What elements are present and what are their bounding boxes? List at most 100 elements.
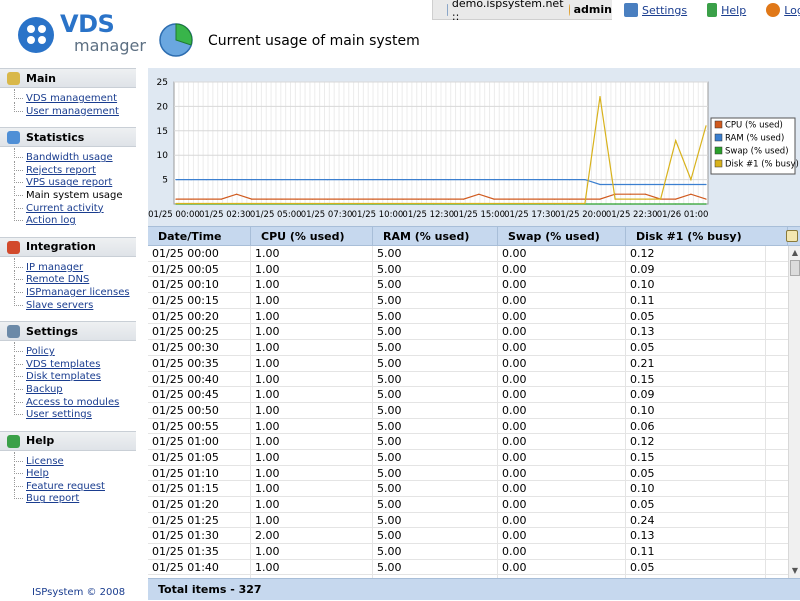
vds-manager-logo[interactable]: VDS manager — [18, 10, 146, 58]
sidebar-item-feature-request[interactable]: Feature request — [14, 476, 136, 493]
sidebar-item-label[interactable]: IP manager — [26, 262, 83, 273]
table-row[interactable]: 01/25 01:15 1.00 5.00 0.00 0.10 — [148, 481, 788, 497]
table-cell: 0.00 — [498, 418, 626, 435]
table-cell: 1.00 — [251, 512, 373, 529]
sidebar-item-label[interactable]: User management — [26, 106, 119, 117]
series-point — [220, 198, 222, 200]
table-row[interactable]: 01/25 01:00 1.00 5.00 0.00 0.12 — [148, 434, 788, 450]
table-row[interactable]: 01/25 01:10 1.00 5.00 0.00 0.05 — [148, 465, 788, 482]
sidebar-item-bug-report[interactable]: Bug report — [14, 489, 136, 505]
table-row[interactable]: 01/25 00:20 1.00 5.00 0.00 0.05 — [148, 308, 788, 325]
sidebar-item-label[interactable]: Rejects report — [26, 165, 96, 176]
copyright-link[interactable]: ISPsystem © 2008 — [32, 587, 125, 598]
sidebar-item-bandwidth-usage[interactable]: Bandwidth usage — [14, 148, 136, 164]
table-row[interactable]: 01/25 00:10 1.00 5.00 0.00 0.10 — [148, 277, 788, 294]
sidebar-item-label[interactable]: ISPmanager licenses — [26, 287, 130, 298]
table-row[interactable]: 01/25 01:40 1.00 5.00 0.00 0.05 — [148, 559, 788, 576]
series-point — [478, 202, 480, 205]
scroll-up-icon[interactable]: ▲ — [790, 248, 800, 258]
logout-link[interactable]: Logout — [766, 3, 800, 17]
sidebar-item-label[interactable]: Backup — [26, 384, 63, 395]
sidebar-item-action-log[interactable]: Action log — [14, 211, 136, 227]
sidebar-item-label[interactable]: Disk templates — [26, 371, 101, 382]
table-row[interactable]: 01/25 00:35 1.00 5.00 0.00 0.21 — [148, 355, 788, 372]
sidebar-section-settings[interactable]: Settings — [0, 321, 136, 342]
sidebar-item-label[interactable]: VPS usage report — [26, 177, 112, 188]
table-row[interactable]: 01/25 01:30 2.00 5.00 0.00 0.13 — [148, 528, 788, 545]
sidebar-item-label[interactable]: VDS management — [26, 93, 117, 104]
sidebar-item-license[interactable]: License — [14, 451, 136, 468]
column-header-4[interactable]: Disk #1 (% busy) — [626, 227, 788, 246]
sidebar-section-title: Integration — [26, 240, 96, 254]
sidebar-item-ip-manager[interactable]: IP manager — [14, 257, 136, 274]
series-point — [690, 203, 692, 205]
column-header-0[interactable]: Date/Time — [148, 227, 251, 246]
sidebar-section-integration[interactable]: Integration — [0, 236, 136, 257]
sidebar-item-label[interactable]: Action log — [26, 215, 76, 226]
table-cell: 0.15 — [626, 449, 766, 466]
table-row[interactable]: 01/25 00:50 1.00 5.00 0.00 0.10 — [148, 402, 788, 419]
sidebar-item-ispmanager-licenses[interactable]: ISPmanager licenses — [14, 283, 136, 299]
table-row[interactable]: 01/25 00:55 1.00 5.00 0.00 0.06 — [148, 418, 788, 435]
series-point — [372, 202, 374, 205]
scroll-down-icon[interactable]: ▼ — [790, 566, 800, 576]
sidebar-item-help[interactable]: Help — [14, 464, 136, 480]
table-row[interactable]: 01/25 00:45 1.00 5.00 0.00 0.09 — [148, 387, 788, 403]
sidebar-item-disk-templates[interactable]: Disk templates — [14, 367, 136, 383]
help-link[interactable]: Help — [707, 3, 746, 17]
sidebar-item-vds-templates[interactable]: VDS templates — [14, 354, 136, 371]
sidebar-item-rejects-report[interactable]: Rejects report — [14, 160, 136, 177]
sidebar-item-backup[interactable]: Backup — [14, 380, 136, 396]
table-row[interactable]: 01/25 00:15 1.00 5.00 0.00 0.11 — [148, 293, 788, 309]
sidebar-item-label[interactable]: Access to modules — [26, 397, 119, 408]
sidebar-item-label[interactable]: User settings — [26, 409, 92, 420]
table-row[interactable]: 01/25 01:20 1.00 5.00 0.00 0.05 — [148, 497, 788, 513]
sidebar-item-user-management[interactable]: User management — [14, 101, 136, 118]
sidebar-item-label[interactable]: Current activity — [26, 203, 104, 214]
x-tick-label: 01/26 01:00 — [657, 210, 709, 220]
sidebar-item-label[interactable]: Help — [26, 468, 49, 479]
table-row[interactable]: 01/25 00:05 1.00 5.00 0.00 0.09 — [148, 261, 788, 278]
table-cell: 01/25 00:25 — [148, 324, 251, 341]
sidebar-item-label[interactable]: Policy — [26, 346, 55, 357]
table-scrollbar[interactable]: ▲ ▼ — [788, 246, 800, 578]
sidebar-item-label[interactable]: Slave servers — [26, 300, 93, 311]
sidebar-item-label[interactable]: Bug report — [26, 493, 79, 504]
sidebar-item-label[interactable]: VDS templates — [26, 359, 100, 370]
sidebar-section-help[interactable]: Help — [0, 430, 136, 451]
table-row[interactable]: 01/25 00:30 1.00 5.00 0.00 0.05 — [148, 340, 788, 356]
series-point — [493, 198, 495, 200]
column-header-2[interactable]: RAM (% used) — [373, 227, 498, 246]
column-header-3[interactable]: Swap (% used) — [498, 227, 626, 246]
sidebar-item-user-settings[interactable]: User settings — [14, 405, 136, 421]
sidebar-item-label[interactable]: Bandwidth usage — [26, 152, 113, 163]
series-point — [387, 179, 389, 181]
table-row[interactable]: 01/25 01:05 1.00 5.00 0.00 0.15 — [148, 449, 788, 466]
table-cell: 01/25 00:20 — [148, 308, 251, 325]
table-cell: 0.00 — [498, 544, 626, 560]
sidebar-item-remote-dns[interactable]: Remote DNS — [14, 270, 136, 286]
sidebar-section-statistics[interactable]: Statistics — [0, 127, 136, 148]
table-row[interactable]: 01/25 00:00 1.00 5.00 0.00 0.12 — [148, 246, 788, 262]
sidebar-item-label[interactable]: Feature request — [26, 481, 105, 492]
sidebar-item-access-to-modules[interactable]: Access to modules — [14, 392, 136, 409]
scroll-thumb[interactable] — [790, 260, 800, 276]
sidebar-item-vps-usage-report[interactable]: VPS usage report — [14, 173, 136, 189]
column-header-1[interactable]: CPU (% used) — [251, 227, 373, 246]
sidebar-item-label[interactable]: License — [26, 456, 64, 467]
table-row[interactable]: 01/25 01:25 1.00 5.00 0.00 0.24 — [148, 512, 788, 529]
sidebar-item-vds-management[interactable]: VDS management — [14, 89, 136, 105]
table-row[interactable]: 01/25 00:40 1.00 5.00 0.00 0.15 — [148, 371, 788, 388]
x-tick-label: 01/25 07:30 — [301, 210, 353, 220]
table-settings-icon[interactable] — [786, 230, 798, 242]
sidebar-section-main[interactable]: Main — [0, 68, 136, 88]
settings-link[interactable]: Settings — [624, 3, 687, 17]
sidebar-item-current-activity[interactable]: Current activity — [14, 198, 136, 215]
table-cell: 01/25 01:05 — [148, 449, 251, 466]
sidebar-item-slave-servers[interactable]: Slave servers — [14, 295, 136, 312]
sidebar-item-label[interactable]: Remote DNS — [26, 274, 89, 285]
table-row[interactable]: 01/25 00:25 1.00 5.00 0.00 0.13 — [148, 324, 788, 341]
sidebar-item-policy[interactable]: Policy — [14, 342, 136, 358]
table-row[interactable]: 01/25 01:35 1.00 5.00 0.00 0.11 — [148, 544, 788, 560]
series-point — [554, 179, 556, 181]
